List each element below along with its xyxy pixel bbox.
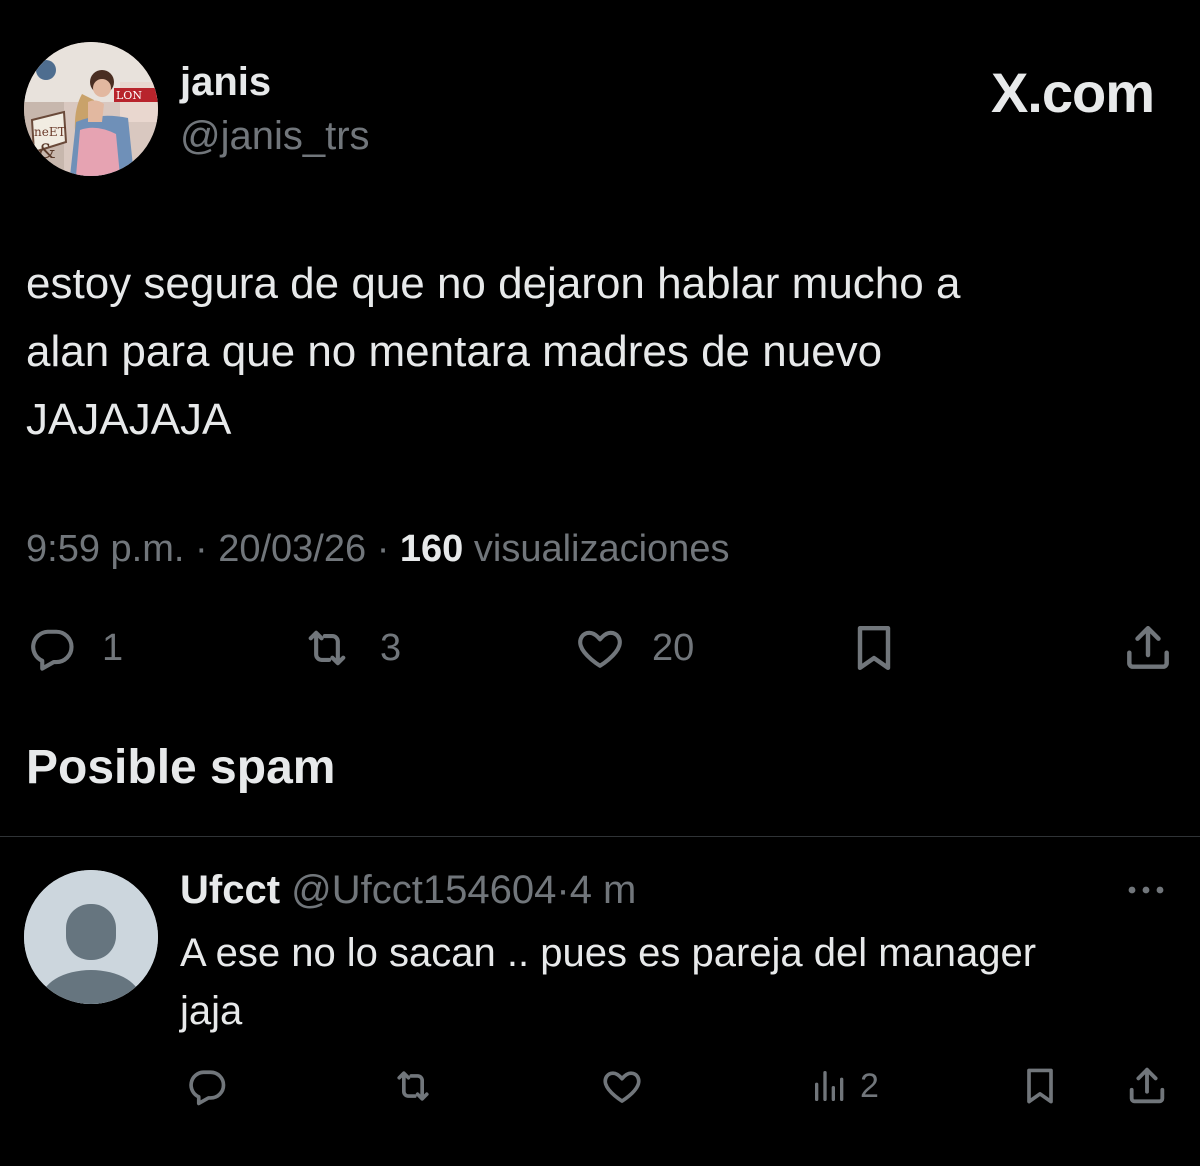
svg-text:LON: LON [116,89,142,102]
heart-icon [578,630,622,668]
reply-views-count: 2 [860,1066,879,1105]
post-date[interactable]: 20/03/26 [218,528,366,570]
post-time[interactable]: 9:59 p.m. [26,528,184,570]
author-avatar-photo: neET & LON [24,42,158,176]
more-options-button[interactable] [1122,870,1170,910]
analytics-icon [815,1071,844,1101]
svg-text:neET: neET [34,125,66,139]
author-handle[interactable]: @janis_trs [180,114,370,159]
section-divider [0,836,1200,837]
reply-count: 1 [102,626,124,669]
repost-button[interactable]: 3 [296,618,401,678]
meta-separator: · [376,528,390,570]
svg-text:&: & [38,139,56,163]
reply-text: A ese no lo sacan .. pues es pareja del … [180,931,1037,1033]
bookmark-icon [1027,1068,1053,1104]
reply-author-name[interactable]: Ufcct [180,868,280,912]
spam-section-heading: Posible spam [26,741,336,794]
bookmark-icon [857,625,891,671]
reply-bookmark-button[interactable] [1018,1060,1062,1112]
repost-count: 3 [380,626,402,669]
share-icon [1129,1067,1165,1104]
share-icon [1127,625,1169,669]
reply-button[interactable]: 1 [24,618,123,678]
reply-icon [31,629,74,671]
reply-share-button[interactable] [1124,1060,1170,1112]
share-button[interactable] [1120,618,1176,678]
meta-separator: · [556,868,570,912]
reply-icon [189,1070,226,1106]
like-button[interactable]: 20 [570,618,694,678]
author-name[interactable]: janis [180,60,271,105]
reply-repost-button[interactable] [388,1060,438,1112]
reply-like-button[interactable] [598,1060,646,1112]
heart-icon [603,1071,641,1103]
reply-reply-button[interactable] [184,1060,230,1112]
reply-header: Ufcct @Ufcct154604·4 m [180,868,636,913]
post-meta: 9:59 p.m. · 20/03/26 · 160 visualizacion… [26,528,729,571]
reply-views-button[interactable]: 2 [810,1060,879,1112]
views-label: visualizaciones [473,528,730,570]
author-avatar[interactable]: neET & LON [24,42,158,176]
default-avatar-icon [24,870,158,1004]
reply-time[interactable]: 4 m [570,868,637,912]
repost-icon [397,1071,429,1101]
reply-author-handle[interactable]: @Ufcct154604 [291,868,556,912]
post-text: estoy segura de que no dejaron hablar mu… [26,259,961,444]
repost-icon [308,630,346,666]
reply-author-avatar[interactable] [24,870,158,1004]
bookmark-button[interactable] [846,618,902,678]
brand-logo: X.com [990,61,1155,124]
views-count: 160 [399,528,464,570]
meta-separator: · [194,528,208,570]
more-dots-icon [1128,886,1164,894]
like-count: 20 [652,626,695,669]
